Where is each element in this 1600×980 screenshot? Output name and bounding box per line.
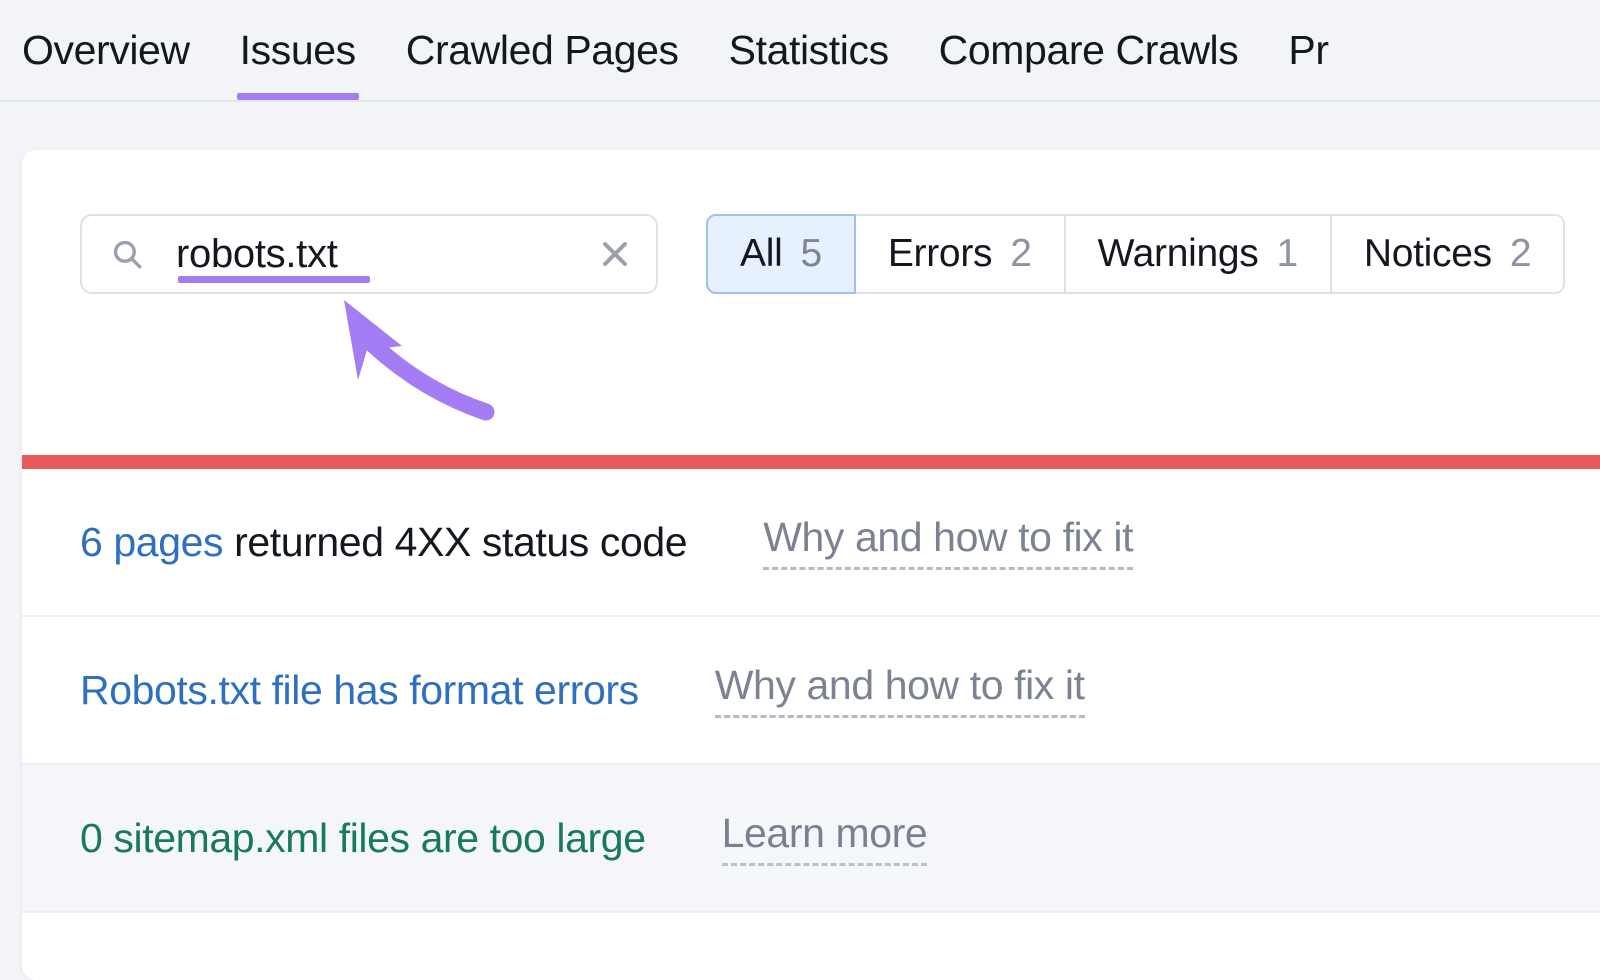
filter-label: All: [740, 232, 783, 275]
issue-count-link[interactable]: 6 pages: [80, 519, 224, 565]
search-term-highlight: [178, 276, 370, 283]
filter-notices[interactable]: Notices 2: [1331, 214, 1566, 294]
tab-overview[interactable]: Overview: [22, 0, 215, 100]
tab-list: Overview Issues Crawled Pages Statistics…: [22, 0, 1354, 100]
filter-count: 1: [1276, 232, 1298, 275]
tab-label: Overview: [22, 26, 190, 73]
tab-label: Statistics: [728, 26, 889, 73]
filter-label: Warnings: [1097, 232, 1259, 275]
table-row[interactable]: 6 pages returned 4XX status code Why and…: [22, 469, 1600, 617]
tab-progress[interactable]: Pr: [1263, 0, 1353, 100]
close-icon[interactable]: [598, 237, 632, 271]
filter-errors[interactable]: Errors 2: [855, 214, 1066, 294]
issues-card: All 5 Errors 2 Warnings 1 Notices 2 Er: [22, 150, 1600, 980]
tab-label: Compare Crawls: [938, 26, 1239, 73]
issue-title[interactable]: Robots.txt file has format errors: [80, 667, 639, 714]
issue-title[interactable]: 0 sitemap.xml files are too large: [80, 815, 646, 862]
errors-severity-bar: [22, 455, 1600, 469]
filter-count: 2: [1509, 232, 1532, 275]
table-row[interactable]: 0 sitemap.xml files are too large Learn …: [22, 765, 1600, 913]
report-tabbar: Overview Issues Crawled Pages Statistics…: [0, 0, 1600, 102]
filter-label: Notices: [1363, 232, 1492, 275]
tab-label: Pr: [1288, 26, 1329, 73]
learn-more-link[interactable]: Learn more: [721, 810, 928, 866]
issue-title: 6 pages returned 4XX status code: [80, 518, 688, 566]
tab-statistics[interactable]: Statistics: [704, 0, 914, 100]
crawl-issues-screen: Overview Issues Crawled Pages Statistics…: [0, 0, 1600, 980]
filter-label: Errors: [887, 232, 993, 275]
issue-text: returned 4XX status code: [223, 518, 688, 565]
tab-issues[interactable]: Issues: [215, 0, 381, 100]
why-and-how-link[interactable]: Why and how to fix it: [763, 514, 1133, 570]
issues-list: 6 pages returned 4XX status code Why and…: [22, 469, 1600, 913]
search-icon: [110, 237, 144, 271]
tab-compare-crawls[interactable]: Compare Crawls: [914, 0, 1264, 100]
filter-all[interactable]: All 5: [706, 214, 856, 294]
issue-type-filters: All 5 Errors 2 Warnings 1 Notices 2: [706, 214, 1566, 294]
issues-controls: All 5 Errors 2 Warnings 1 Notices 2: [80, 214, 1566, 294]
tab-label: Issues: [239, 26, 357, 73]
filter-count: 2: [1010, 232, 1032, 275]
filter-count: 5: [800, 232, 822, 275]
tab-crawled-pages[interactable]: Crawled Pages: [381, 0, 704, 100]
tab-label: Crawled Pages: [405, 26, 679, 73]
filter-warnings[interactable]: Warnings 1: [1065, 214, 1332, 294]
why-and-how-link[interactable]: Why and how to fix it: [714, 662, 1085, 718]
search-box[interactable]: [80, 214, 658, 294]
table-row[interactable]: Robots.txt file has format errors Why an…: [22, 617, 1600, 765]
